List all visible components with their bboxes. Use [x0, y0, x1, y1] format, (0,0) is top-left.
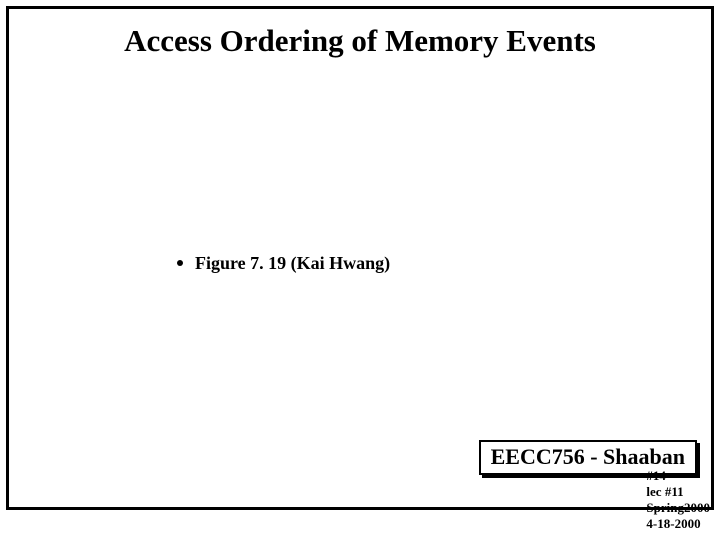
footer-date: 4-18-2000: [646, 516, 700, 531]
bullet-item: Figure 7. 19 (Kai Hwang): [177, 253, 390, 274]
slide-frame: Access Ordering of Memory Events Figure …: [6, 6, 714, 510]
footer-term: Spring2000: [646, 500, 710, 515]
slide-title: Access Ordering of Memory Events: [9, 23, 711, 59]
bullet-text: Figure 7. 19 (Kai Hwang): [195, 253, 390, 273]
bullet-icon: [177, 260, 183, 266]
footer-meta: #14 lec #11 Spring2000 4-18-2000: [634, 452, 710, 532]
footer-lec: lec #11: [646, 484, 683, 499]
footer-page: #14: [646, 468, 666, 483]
